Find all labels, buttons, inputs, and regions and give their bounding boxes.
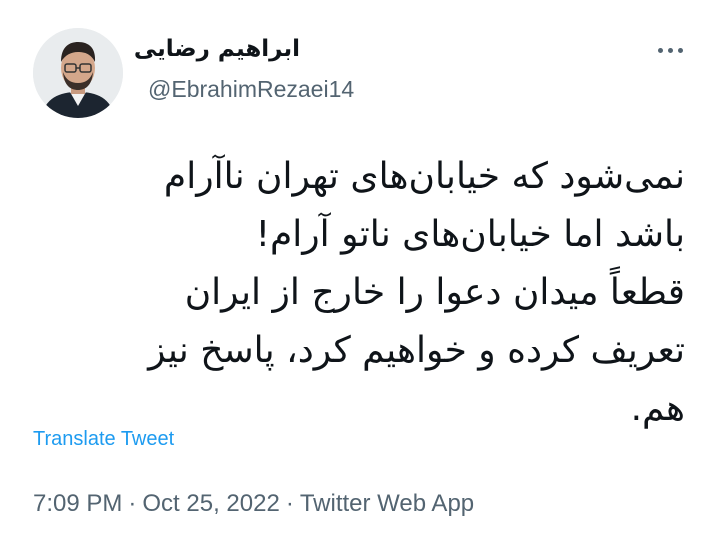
separator: ·	[128, 490, 137, 517]
author-display-name[interactable]: ابراهیم رضایی	[134, 36, 300, 62]
more-horizontal-icon	[657, 47, 663, 53]
more-options-button[interactable]	[652, 38, 688, 62]
more-horizontal-icon-dot	[677, 47, 683, 53]
tweet-metadata: 7:09 PM · Oct 25, 2022 · Twitter Web App	[33, 490, 474, 518]
tweet-text-line: تعریف کرده و خواهیم کرد، پاسخ نیز	[148, 330, 685, 371]
translate-tweet-link[interactable]: Translate Tweet	[33, 428, 174, 451]
avatar[interactable]	[33, 28, 123, 118]
tweet-card: ابراهیم رضایی @EbrahimRezaei14 نمی‌شود ک…	[0, 0, 720, 533]
tweet-date[interactable]: Oct 25, 2022	[142, 490, 279, 517]
tweet-text-line: نمی‌شود که خیابان‌های تهران ناآرام	[163, 156, 685, 197]
separator: ·	[285, 490, 294, 517]
more-horizontal-icon-dot	[667, 47, 673, 53]
tweet-text: نمی‌شود که خیابان‌های تهران ناآرام باشد …	[75, 148, 685, 438]
tweet-time[interactable]: 7:09 PM	[33, 490, 122, 517]
author-handle[interactable]: @EbrahimRezaei14	[148, 76, 354, 103]
tweet-text-line: قطعاً میدان دعوا را خارج از ایران	[184, 272, 685, 313]
tweet-text-line: باشد اما خیابان‌های ناتو آرام!	[255, 214, 685, 255]
avatar-image	[33, 28, 123, 118]
tweet-source[interactable]: Twitter Web App	[300, 490, 474, 517]
